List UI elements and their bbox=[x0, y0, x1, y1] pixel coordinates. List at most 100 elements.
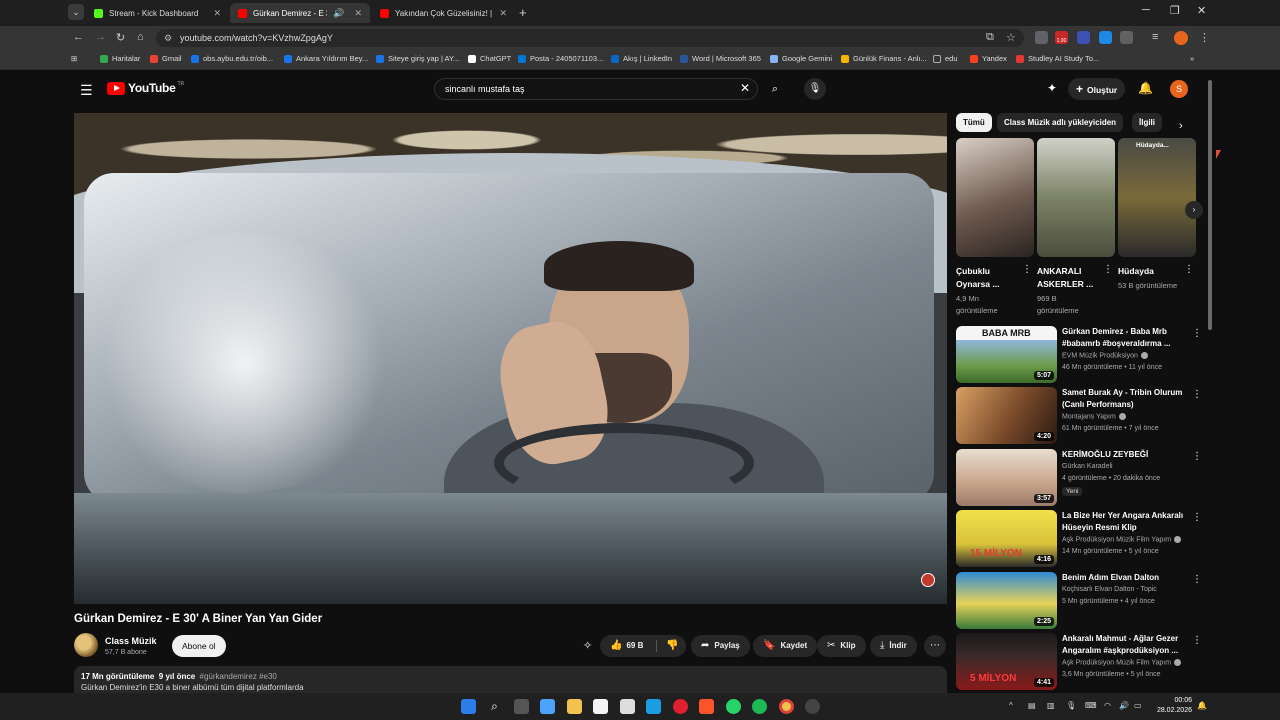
apps-grid-icon[interactable]: ⊞ bbox=[71, 54, 77, 63]
clip-button[interactable]: ✂ Klip bbox=[817, 635, 866, 657]
chrome-icon[interactable] bbox=[779, 699, 794, 714]
bookmark-item[interactable]: Günlük Finans - Anlı... bbox=[841, 54, 927, 63]
more-actions-icon[interactable]: ⋯ bbox=[924, 635, 946, 657]
restore-icon[interactable]: ❐ bbox=[1170, 4, 1180, 17]
notification-center-icon[interactable]: 🔔 bbox=[1197, 701, 1207, 710]
taskbar-search-icon[interactable]: ⌕ bbox=[487, 699, 502, 714]
recommended-video[interactable]: 4:20 Samet Burak Ay - Tribin Olurum (Can… bbox=[956, 387, 1216, 445]
more-options-icon[interactable]: ⋮ bbox=[1192, 635, 1202, 646]
bookmarks-overflow-icon[interactable]: » bbox=[1190, 54, 1194, 63]
bookmark-item[interactable]: Google Gemini bbox=[770, 54, 832, 63]
bookmark-item[interactable]: Yandex bbox=[970, 54, 1007, 63]
bookmark-item[interactable]: Ankara Yıldırım Bey... bbox=[284, 54, 368, 63]
search-input[interactable]: sincanlı mustafa taş bbox=[434, 78, 758, 100]
shorts-next-icon[interactable]: › bbox=[1185, 201, 1203, 219]
tab-close-icon[interactable]: ✕ bbox=[499, 8, 507, 19]
share-button[interactable]: ➦ Paylaş bbox=[691, 635, 750, 657]
hamburger-menu-icon[interactable]: ☰ bbox=[80, 82, 93, 99]
new-tab-button[interactable]: + bbox=[519, 5, 527, 20]
more-options-icon[interactable]: ⋮ bbox=[1103, 264, 1113, 275]
bookmark-item[interactable]: Siteye giriş yap | AY... bbox=[376, 54, 459, 63]
home-icon[interactable]: ⌂ bbox=[137, 31, 144, 43]
account-avatar[interactable]: S bbox=[1170, 80, 1188, 98]
tools-extension-icon[interactable] bbox=[1099, 31, 1112, 44]
forward-icon[interactable]: → bbox=[95, 31, 106, 43]
tab-audio-icon[interactable]: 🔊 bbox=[333, 8, 344, 19]
chip-all[interactable]: Tümü bbox=[956, 113, 992, 132]
more-options-icon[interactable]: ⋮ bbox=[1192, 328, 1202, 339]
menu-kebab-icon[interactable]: ⋮ bbox=[1199, 31, 1210, 44]
recommended-video[interactable]: 3:57 KERİMOĞLU ZEYBEĞİ Gürkan Karadeli 4… bbox=[956, 449, 1216, 507]
notifications-bell-icon[interactable]: 🔔 bbox=[1138, 81, 1153, 95]
copilot-icon[interactable] bbox=[540, 699, 555, 714]
save-button[interactable]: 🔖 Kaydet bbox=[753, 635, 818, 657]
edge-icon[interactable] bbox=[646, 699, 661, 714]
channel-name[interactable]: Class Müzik bbox=[105, 636, 157, 646]
tab-search-button[interactable]: ⌄ bbox=[68, 4, 84, 20]
install-app-icon[interactable]: ⧉ bbox=[986, 31, 994, 44]
bookmark-item[interactable]: Haritalar bbox=[100, 54, 140, 63]
chip-from-uploader[interactable]: Class Müzik adlı yükleyiciden bbox=[997, 113, 1124, 132]
create-button[interactable]: + Oluştur bbox=[1068, 78, 1126, 100]
spotify-icon[interactable] bbox=[752, 699, 767, 714]
browser-tab-youtube-active[interactable]: Gürkan Demirez - E 30' A B 🔊 ✕ bbox=[230, 3, 370, 23]
sparkle-icon[interactable]: ✦ bbox=[1047, 81, 1057, 95]
app-icon[interactable] bbox=[805, 699, 820, 714]
short-item[interactable]: ANKARALI ASKERLER ... 969 B görüntüleme … bbox=[1037, 138, 1115, 317]
tray-chevron-icon[interactable]: ^ bbox=[1009, 701, 1013, 710]
close-window-icon[interactable]: ✕ bbox=[1197, 4, 1206, 17]
download-button[interactable]: ⤓ İndir bbox=[870, 635, 917, 657]
reload-icon[interactable]: ↻ bbox=[116, 31, 125, 44]
microphone-icon[interactable]: 🎙 bbox=[804, 78, 826, 100]
brave-icon[interactable] bbox=[699, 699, 714, 714]
back-icon[interactable]: ← bbox=[73, 31, 84, 43]
recommended-video[interactable]: 2:25 Benim Adım Elvan Dalton Koçhisarlı … bbox=[956, 572, 1216, 630]
profile-avatar-icon[interactable] bbox=[1174, 31, 1188, 45]
bookmark-item[interactable]: obs.aybu.edu.tr/oib... bbox=[191, 54, 273, 63]
whatsapp-icon[interactable] bbox=[726, 699, 741, 714]
clear-search-icon[interactable]: ✕ bbox=[740, 81, 750, 95]
start-windows-icon[interactable] bbox=[461, 699, 476, 714]
badge-extension-icon[interactable]: 1.00 bbox=[1055, 31, 1068, 44]
more-options-icon[interactable]: ⋮ bbox=[1192, 389, 1202, 400]
tray-app-icon[interactable]: ▤ bbox=[1028, 701, 1036, 710]
media-control-icon[interactable]: ≡ bbox=[1152, 31, 1158, 43]
ask-ai-icon[interactable]: ✧ bbox=[583, 639, 592, 652]
channel-avatar[interactable] bbox=[74, 633, 98, 657]
youtube-logo[interactable]: YouTube TR bbox=[107, 81, 184, 95]
browser-tab-kick[interactable]: Stream - Kick Dashboard ✕ bbox=[86, 3, 229, 23]
recommended-video[interactable]: 15 MİLYON 4:16 La Bize Her Yer Angara An… bbox=[956, 510, 1216, 568]
opera-icon[interactable] bbox=[673, 699, 688, 714]
extensions-puzzle-icon[interactable] bbox=[1120, 31, 1133, 44]
battery-icon[interactable]: ▭ bbox=[1134, 701, 1142, 710]
bookmark-item[interactable]: Word | Microsoft 365 bbox=[680, 54, 761, 63]
more-options-icon[interactable]: ⋮ bbox=[1022, 264, 1032, 275]
page-scrollbar[interactable] bbox=[1206, 74, 1214, 694]
file-explorer-icon[interactable] bbox=[567, 699, 582, 714]
tray-mic-icon[interactable]: 🎙 bbox=[1066, 701, 1076, 710]
thumbs-down-icon[interactable]: 👎 bbox=[666, 635, 678, 657]
tab-close-icon[interactable]: ✕ bbox=[354, 8, 362, 19]
wifi-icon[interactable]: ◠ bbox=[1104, 701, 1111, 710]
bookmark-item[interactable]: Gmail bbox=[150, 54, 182, 63]
video-player[interactable] bbox=[74, 113, 947, 604]
site-info-icon[interactable]: ⚙ bbox=[164, 29, 172, 47]
like-button[interactable]: 👍 69 B bbox=[610, 635, 643, 657]
taskbar-clock[interactable]: 00:06 28.02.2026 bbox=[1156, 696, 1192, 716]
tab-close-icon[interactable]: ✕ bbox=[213, 8, 221, 19]
more-options-icon[interactable]: ⋮ bbox=[1192, 451, 1202, 462]
chip-related[interactable]: İlgili bbox=[1132, 113, 1162, 132]
channel-watermark-icon[interactable] bbox=[921, 573, 935, 587]
notepad-icon[interactable] bbox=[620, 699, 635, 714]
more-options-icon[interactable]: ⋮ bbox=[1184, 264, 1194, 275]
shield-extension-icon[interactable] bbox=[1035, 31, 1048, 44]
tray-app-icon[interactable]: ▥ bbox=[1047, 701, 1055, 710]
more-options-icon[interactable]: ⋮ bbox=[1192, 574, 1202, 585]
translate-extension-icon[interactable] bbox=[1077, 31, 1090, 44]
short-item[interactable]: Hüdayda... Hüdayda 53 B görüntüleme ⋮ bbox=[1118, 138, 1196, 292]
scrollbar-thumb[interactable] bbox=[1208, 80, 1212, 330]
hashtags[interactable]: #gürkandemirez #e30 bbox=[200, 672, 277, 681]
store-icon[interactable] bbox=[593, 699, 608, 714]
bookmark-star-icon[interactable]: ☆ bbox=[1006, 31, 1016, 44]
chevron-right-icon[interactable]: › bbox=[1179, 120, 1183, 132]
